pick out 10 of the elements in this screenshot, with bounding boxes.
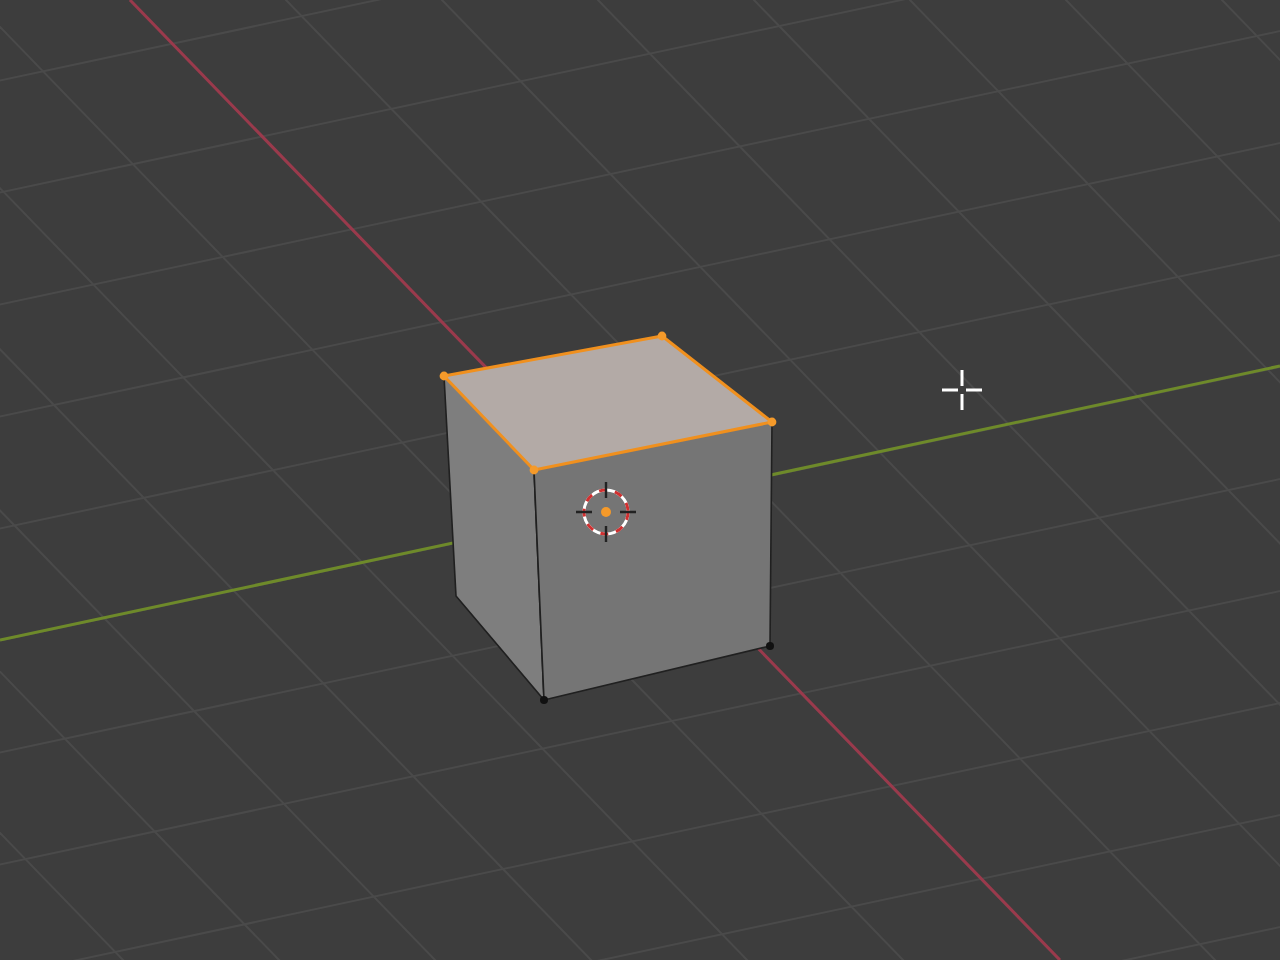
vertex-point[interactable]	[540, 696, 548, 704]
cube-face[interactable]	[533, 421, 773, 701]
cube-face[interactable]	[442, 334, 774, 472]
cube-face[interactable]	[443, 375, 545, 701]
cursor-3d-icon[interactable]	[574, 480, 638, 544]
vertex-point[interactable]	[439, 371, 449, 381]
vertex-point[interactable]	[657, 331, 667, 341]
vertex-point[interactable]	[766, 642, 774, 650]
vertex-point[interactable]	[767, 417, 777, 427]
crosshair-cursor-icon	[940, 368, 984, 412]
